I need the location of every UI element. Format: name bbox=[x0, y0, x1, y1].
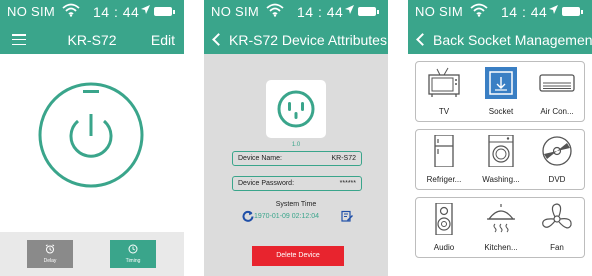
battery-icon bbox=[358, 7, 379, 16]
power-button[interactable] bbox=[36, 80, 146, 190]
device-password-field[interactable]: Device Password: ****** bbox=[232, 176, 362, 191]
carrier-label: NO SIM bbox=[7, 4, 56, 19]
appliance-label: Refriger... bbox=[426, 175, 462, 184]
appliance-kitchen[interactable]: Kitchen... bbox=[473, 198, 529, 257]
appliance-row: Refriger... Washing... DVD bbox=[415, 129, 585, 190]
location-arrow-icon bbox=[549, 5, 558, 14]
appliance-row: Audio Kitchen... Fan bbox=[415, 197, 585, 258]
system-time-value: 1970-01-09 02:12:04 bbox=[254, 213, 319, 220]
delay-button[interactable]: Delay bbox=[27, 240, 73, 268]
dvd-icon bbox=[542, 136, 572, 166]
edit-button[interactable]: Edit bbox=[151, 32, 175, 48]
carrier-label: NO SIM bbox=[415, 4, 464, 19]
timing-label: Timing bbox=[125, 258, 141, 264]
status-time: 14 : 44 bbox=[501, 4, 548, 20]
appliance-label: Washing... bbox=[482, 175, 520, 184]
refrigerator-icon bbox=[434, 135, 454, 167]
back-button[interactable]: KR-S72 Device Attributes bbox=[211, 32, 387, 48]
chevron-left-icon bbox=[416, 33, 429, 46]
appliance-row: TV Socket Air Con... bbox=[415, 61, 585, 122]
version-label: 1.0 bbox=[291, 142, 301, 148]
phone-screen-device-attributes: NO SIM 14 : 44 KR-S72 Device Attributes … bbox=[204, 0, 388, 276]
appliance-label: Socket bbox=[488, 107, 514, 116]
appliance-label: Audio bbox=[433, 243, 455, 252]
appliance-dvd[interactable]: DVD bbox=[529, 130, 585, 189]
phone-screen-socket-management: NO SIM 14 : 44 Back Socket Management TV… bbox=[408, 0, 592, 276]
appliance-audio[interactable]: Audio bbox=[416, 198, 472, 257]
refresh-icon[interactable] bbox=[242, 210, 254, 222]
timing-button[interactable]: Timing bbox=[110, 240, 156, 268]
device-name-label: Device Name: bbox=[238, 155, 282, 162]
chevron-left-icon bbox=[212, 33, 225, 46]
appliance-fan[interactable]: Fan bbox=[529, 198, 585, 257]
appliance-label: DVD bbox=[548, 175, 566, 184]
device-name-field[interactable]: Device Name: KR-S72 bbox=[232, 151, 362, 166]
status-time: 14 : 44 bbox=[93, 4, 140, 20]
audio-icon bbox=[435, 203, 453, 235]
washing-machine-icon bbox=[488, 135, 514, 167]
appliance-label: Fan bbox=[550, 243, 564, 252]
wifi-icon bbox=[62, 3, 80, 17]
battery-icon bbox=[154, 7, 175, 16]
kitchen-icon bbox=[487, 204, 515, 233]
phone-screen-main: NO SIM 14 : 44 KR-S72 Edit Delay Timing bbox=[0, 0, 184, 276]
nav-title: KR-S72 Device Attributes bbox=[229, 32, 387, 48]
appliance-air-conditioner[interactable]: Air Con... bbox=[529, 62, 585, 121]
wifi-icon bbox=[470, 3, 488, 17]
appliance-socket[interactable]: Socket bbox=[473, 62, 529, 121]
location-arrow-icon bbox=[345, 5, 354, 14]
nav-title: Back Socket Management bbox=[433, 32, 592, 48]
delay-label: Delay bbox=[43, 258, 57, 264]
socket-icon bbox=[277, 90, 315, 128]
status-bar: NO SIM 14 : 44 bbox=[204, 0, 388, 24]
back-button[interactable]: Back Socket Management bbox=[415, 32, 592, 48]
delete-device-button[interactable]: Delete Device bbox=[252, 246, 344, 266]
appliance-washing-machine[interactable]: Washing... bbox=[473, 130, 529, 189]
nav-bar: KR-S72 Edit bbox=[0, 24, 184, 54]
status-bar: NO SIM 14 : 44 bbox=[0, 0, 184, 24]
device-password-value: ****** bbox=[339, 180, 356, 187]
nav-bar: KR-S72 Device Attributes bbox=[204, 24, 388, 54]
nav-bar: Back Socket Management bbox=[408, 24, 592, 54]
carrier-label: NO SIM bbox=[211, 4, 260, 19]
appliance-label: TV bbox=[438, 107, 450, 116]
device-password-label: Device Password: bbox=[238, 180, 295, 187]
device-name-value: KR-S72 bbox=[331, 155, 356, 162]
appliance-tv[interactable]: TV bbox=[416, 62, 472, 121]
battery-icon bbox=[562, 7, 583, 16]
edit-icon[interactable] bbox=[341, 210, 353, 222]
fan-icon bbox=[542, 203, 572, 229]
wifi-icon bbox=[266, 3, 284, 17]
status-time: 14 : 44 bbox=[297, 4, 344, 20]
tv-icon bbox=[428, 67, 460, 97]
appliance-label: Air Con... bbox=[540, 107, 574, 116]
alarm-clock-icon bbox=[45, 244, 55, 254]
socket-image-card bbox=[266, 80, 326, 138]
appliance-refrigerator[interactable]: Refriger... bbox=[416, 130, 472, 189]
status-bar: NO SIM 14 : 44 bbox=[408, 0, 592, 24]
appliance-label: Kitchen... bbox=[484, 243, 518, 252]
location-arrow-icon bbox=[141, 5, 150, 14]
socket-icon bbox=[485, 67, 517, 99]
clock-icon bbox=[128, 244, 138, 254]
air-conditioner-icon bbox=[539, 74, 575, 92]
system-time-label: System Time bbox=[275, 201, 317, 208]
